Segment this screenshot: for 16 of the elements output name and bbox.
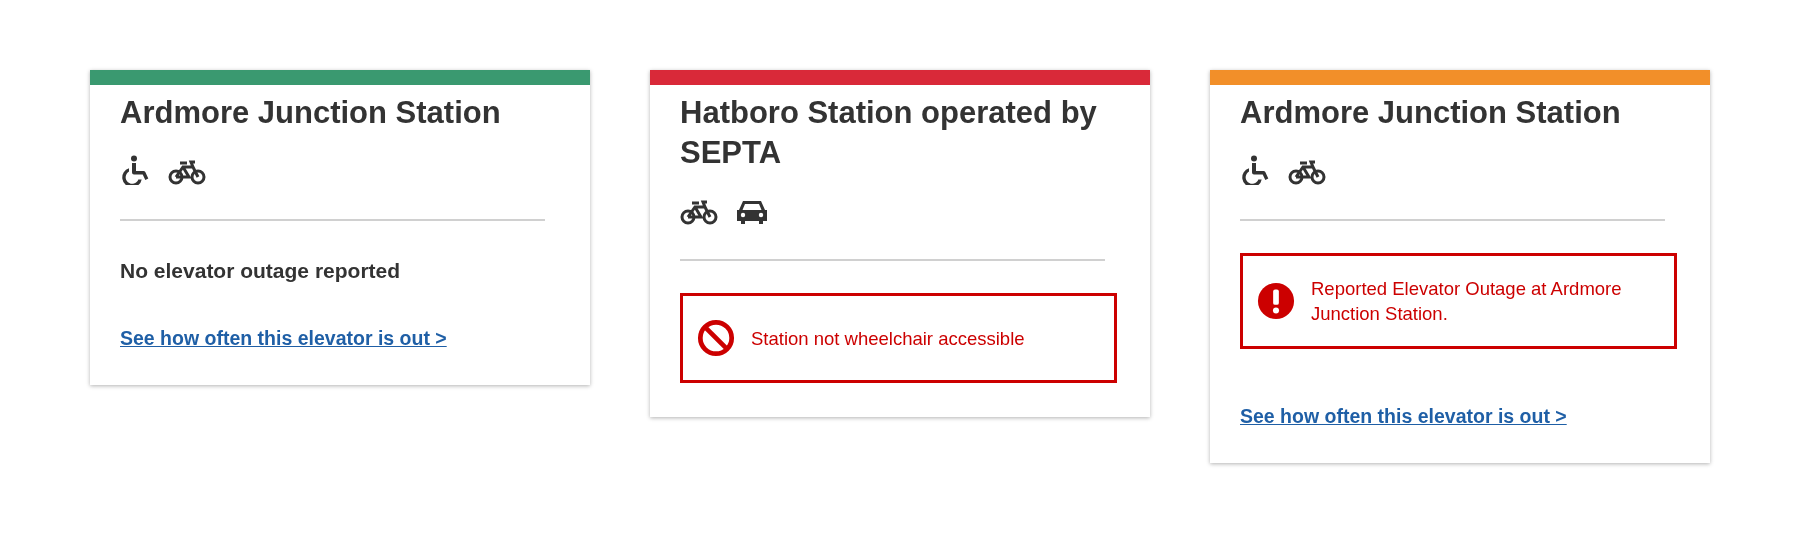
- station-title: Ardmore Junction Station: [1240, 94, 1622, 132]
- status-message: No elevator outage reported: [120, 258, 402, 284]
- alert-message: Station not wheelchair accessible: [751, 326, 1025, 351]
- alert-message: Reported Elevator Outage at Ardmore Junction Station.: [1311, 277, 1623, 326]
- station-title: Hatboro Station operated by SEPTA: [680, 94, 1098, 172]
- outage-history-link[interactable]: See how often this elevator is out >: [1240, 403, 1567, 429]
- prohibited-icon: [697, 319, 735, 357]
- alert-icon: [1257, 282, 1295, 320]
- outage-history-link[interactable]: See how often this elevator is out >: [120, 325, 447, 351]
- bicycle-icon: [680, 199, 718, 225]
- wheelchair-icon: [120, 155, 150, 185]
- bicycle-icon: [168, 159, 206, 185]
- bicycle-icon: [1288, 159, 1326, 185]
- wheelchair-icon: [1240, 155, 1270, 185]
- station-title: Ardmore Junction Station: [120, 94, 502, 132]
- car-icon: [736, 199, 768, 225]
